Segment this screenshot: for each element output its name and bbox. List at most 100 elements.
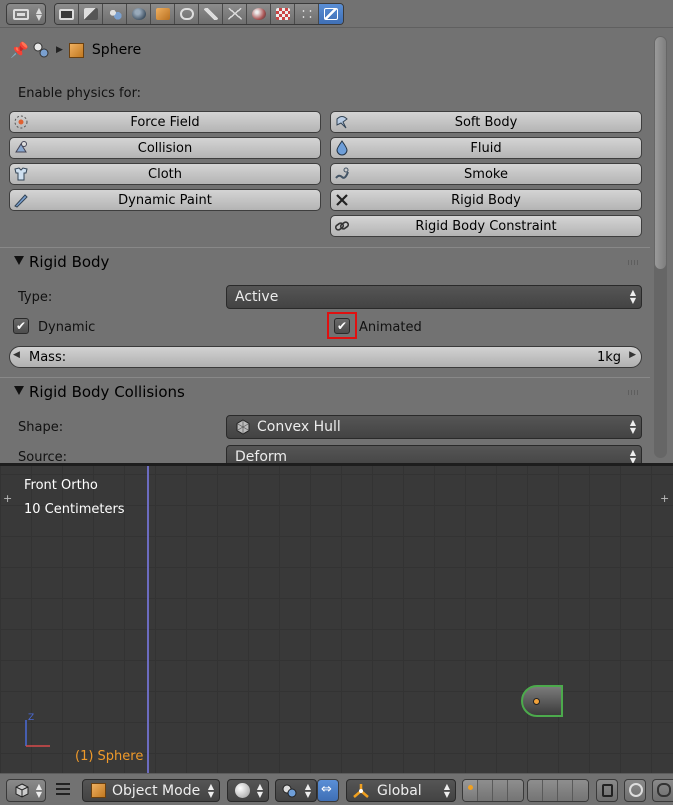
panel-grip-icon[interactable] [628, 390, 640, 395]
pin-icon[interactable]: 📌 [10, 42, 29, 58]
dynamic-checkbox[interactable]: ✔ [13, 318, 29, 334]
chevron-updown-icon: ▲ ▼ [629, 448, 636, 464]
chevron-updown-icon: ▲ ▼ [629, 418, 636, 435]
properties-scrollbar[interactable] [654, 36, 667, 458]
cloth-button[interactable]: Cloth [9, 163, 321, 185]
layer-button[interactable] [493, 780, 508, 801]
tab-object[interactable] [151, 4, 175, 24]
layer-button[interactable] [463, 780, 478, 801]
tab-texture[interactable] [271, 4, 295, 24]
material-sphere-icon [251, 8, 266, 20]
3d-viewport[interactable]: + + Front Ortho 10 Centimeters Z (1) Sph… [0, 466, 673, 773]
dynamic-paint-label: Dynamic Paint [118, 192, 212, 208]
properties-shelf-expand-icon[interactable]: + [660, 493, 670, 504]
fluid-button[interactable]: Fluid [330, 137, 642, 159]
tab-scene[interactable] [103, 4, 127, 24]
collision-icon [10, 138, 32, 158]
rigid-body-constraint-button[interactable]: Rigid Body Constraint [330, 215, 642, 237]
pivot-dropdown[interactable]: ▲ ▼ [275, 779, 317, 802]
tab-physics[interactable] [319, 4, 343, 24]
chain-link-icon [331, 216, 353, 236]
panel-grip-icon[interactable] [628, 260, 640, 265]
z-axis-line [147, 466, 149, 773]
tab-material[interactable] [247, 4, 271, 24]
layer-buttons-group-1 [462, 779, 524, 802]
source-dropdown[interactable]: Deform ▲ ▼ [226, 445, 642, 463]
rigid-body-panel-header[interactable]: Rigid Body [0, 247, 650, 277]
force-field-icon [10, 112, 32, 132]
chevron-updown-icon: ▲ ▼ [304, 782, 311, 799]
tab-render-layers[interactable] [79, 4, 103, 24]
proportional-edit-button[interactable] [624, 779, 646, 802]
chevron-updown-icon: ▲ ▼ [35, 782, 42, 799]
force-field-button[interactable]: Force Field [9, 111, 321, 133]
source-value: Deform [235, 449, 288, 463]
tab-render[interactable] [55, 4, 79, 24]
layer-button[interactable] [543, 780, 558, 801]
orientation-dropdown[interactable]: Global ▲ ▼ [346, 779, 456, 802]
checker-texture-icon [275, 8, 290, 20]
shading-dropdown[interactable]: ▲ ▼ [227, 779, 269, 802]
dynamic-label: Dynamic [38, 320, 96, 335]
breadcrumb-separator-icon: ▶ [56, 45, 63, 55]
tab-particles[interactable] [295, 4, 319, 24]
manipulator-toggle-button[interactable]: ⇔ [317, 779, 339, 802]
sphere-object[interactable] [521, 685, 563, 717]
mass-field[interactable]: ◀ Mass: 1kg ▶ [9, 346, 642, 368]
axis-z-label: Z [28, 713, 34, 723]
active-object-label: (1) Sphere [75, 749, 144, 764]
layer-button[interactable] [508, 780, 523, 801]
world-icon [131, 8, 146, 20]
smoke-label: Smoke [464, 166, 508, 182]
chevron-right-icon[interactable]: ▶ [629, 350, 636, 360]
rigid-body-label: Rigid Body [451, 192, 521, 208]
cube-icon [155, 8, 170, 20]
view-name: Front Ortho [24, 478, 98, 493]
rigid-body-button[interactable]: Rigid Body [330, 189, 642, 211]
dynamic-paint-button[interactable]: Dynamic Paint [9, 189, 321, 211]
snap-button[interactable] [652, 779, 673, 802]
rigid-body-collisions-panel-header[interactable]: Rigid Body Collisions [0, 377, 650, 407]
layer-button[interactable] [573, 780, 588, 801]
enable-physics-label: Enable physics for: [18, 86, 142, 101]
layer-button[interactable] [558, 780, 573, 801]
mass-value: 1kg [596, 350, 621, 365]
soft-body-icon [331, 112, 353, 132]
physics-icon [324, 8, 338, 20]
layer-button[interactable] [478, 780, 493, 801]
chevron-updown-icon: ▲ ▼ [207, 782, 214, 799]
breadcrumb: 📌 ▶ Sphere [10, 38, 141, 62]
lock-camera-button[interactable] [596, 779, 618, 802]
cloth-icon [10, 164, 32, 184]
properties-header: ▲ ▼ [0, 0, 673, 28]
transform-axes-icon [353, 784, 369, 798]
layer-button[interactable] [528, 780, 543, 801]
toolshelf-expand-icon[interactable]: + [3, 493, 13, 504]
magnet-icon [657, 783, 671, 797]
orientation-value: Global [377, 782, 422, 799]
cube-icon [91, 783, 106, 798]
smoke-button[interactable]: Smoke [330, 163, 642, 185]
menu-toggle-icon[interactable] [56, 783, 70, 795]
fluid-label: Fluid [470, 140, 502, 156]
editor-type-button[interactable]: ▲ ▼ [6, 779, 46, 802]
shape-dropdown[interactable]: Convex Hull ▲ ▼ [226, 415, 642, 439]
tab-data[interactable] [223, 4, 247, 24]
tab-constraints[interactable] [175, 4, 199, 24]
scrollbar-thumb[interactable] [655, 37, 666, 269]
dynamic-paint-icon [10, 190, 32, 210]
editor-type-button[interactable]: ▲ ▼ [6, 3, 46, 25]
editor-type-icon [13, 9, 29, 20]
mode-dropdown[interactable]: Object Mode ▲ ▼ [82, 779, 220, 802]
chevron-left-icon[interactable]: ◀ [13, 350, 20, 360]
soft-body-label: Soft Body [454, 114, 518, 130]
type-dropdown[interactable]: Active ▲ ▼ [226, 285, 642, 309]
animated-checkbox[interactable]: ✔ [334, 318, 350, 334]
collision-button[interactable]: Collision [9, 137, 321, 159]
tab-world[interactable] [127, 4, 151, 24]
mass-label: Mass: [29, 350, 67, 365]
shape-value: Convex Hull [257, 419, 341, 435]
soft-body-button[interactable]: Soft Body [330, 111, 642, 133]
camera-icon [59, 8, 74, 20]
tab-modifiers[interactable] [199, 4, 223, 24]
